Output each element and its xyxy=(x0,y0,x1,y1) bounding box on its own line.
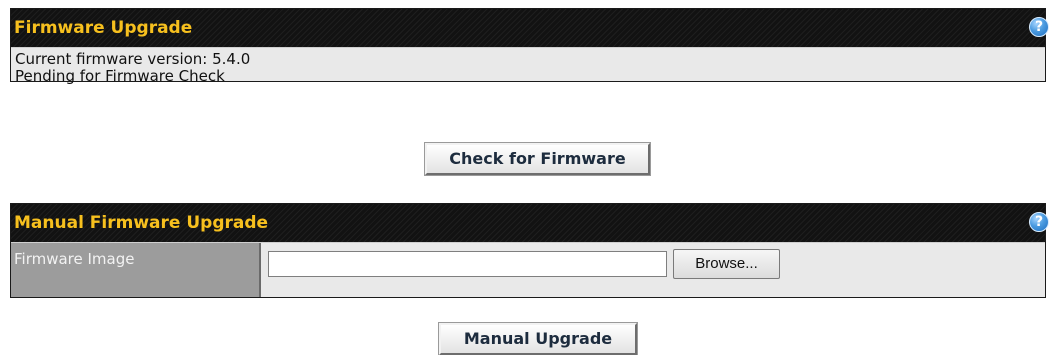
firmware-image-row: Firmware Image Browse... xyxy=(11,242,1045,297)
manual-firmware-upgrade-title: Manual Firmware Upgrade xyxy=(14,213,269,233)
firmware-image-field-cell: Browse... xyxy=(261,243,1045,297)
firmware-image-label: Firmware Image xyxy=(11,243,261,297)
firmware-check-status: Pending for Firmware Check xyxy=(15,67,225,85)
manual-firmware-upgrade-header: Manual Firmware Upgrade ? xyxy=(11,204,1049,242)
firmware-image-file-input[interactable] xyxy=(268,251,667,277)
check-for-firmware-button[interactable]: Check for Firmware xyxy=(424,142,651,176)
help-icon[interactable]: ? xyxy=(1029,212,1049,232)
firmware-info: Current firmware version: 5.4.0 Pending … xyxy=(11,47,1045,85)
manual-upgrade-button[interactable]: Manual Upgrade xyxy=(438,322,638,355)
manual-firmware-upgrade-panel: Manual Firmware Upgrade ? Firmware Image… xyxy=(10,203,1049,298)
current-firmware-version: Current firmware version: 5.4.0 xyxy=(15,50,251,68)
browse-button[interactable]: Browse... xyxy=(673,249,780,279)
firmware-upgrade-title: Firmware Upgrade xyxy=(14,18,193,38)
help-icon[interactable]: ? xyxy=(1029,17,1049,37)
firmware-upgrade-panel: Firmware Upgrade ? Current firmware vers… xyxy=(10,8,1049,85)
firmware-upgrade-header: Firmware Upgrade ? xyxy=(11,9,1049,47)
